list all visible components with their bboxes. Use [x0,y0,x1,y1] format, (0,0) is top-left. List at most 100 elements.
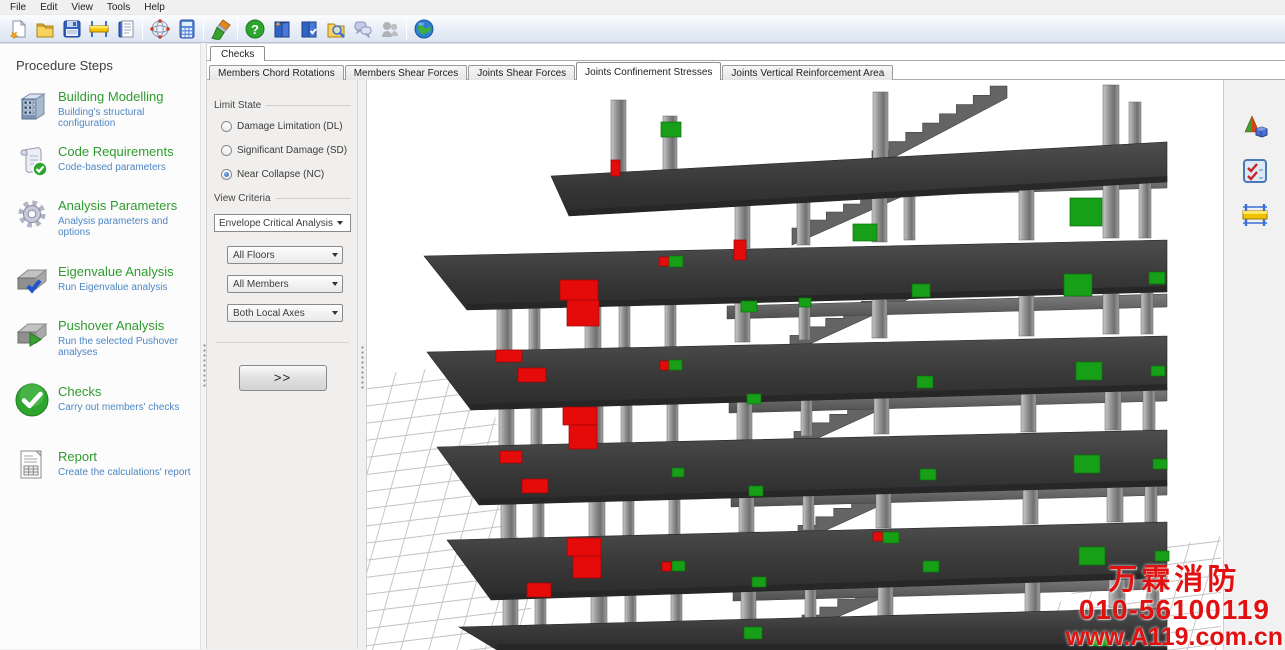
step-subtitle: Run Eigenvalue analysis [58,282,174,293]
step-title: Code Requirements [58,142,174,159]
example-search-button[interactable] [322,16,349,42]
tab-members-chord-rotations[interactable]: Members Chord Rotations [209,65,344,80]
application-window: File Edit View Tools Help [0,0,1285,650]
step-subtitle: Run the selected Pushover analyses [58,336,200,358]
envelope-value: Critical Analysis [263,218,333,229]
scroll-check-icon [14,142,52,183]
gear-icon [14,196,52,237]
envelope-label: Envelope [215,218,263,229]
building-icon [14,87,52,128]
report-page-icon [14,447,52,488]
step-title: Pushover Analysis [58,316,200,333]
local-axes-filter-dropdown[interactable]: Both Local Axes [227,304,343,322]
members-filter-dropdown[interactable]: All Members [227,275,343,293]
frame-editor-button[interactable] [85,16,112,42]
splitter-grip [203,343,206,389]
panel-splitter[interactable] [358,80,367,649]
report-button[interactable] [112,16,139,42]
website-button[interactable] [410,16,437,42]
support-button-disabled [376,16,403,42]
checks-list-button[interactable] [1238,154,1272,188]
toolbar-separator [203,18,204,40]
chip-play-icon [14,316,52,357]
dropdown-value: Both Local Axes [233,308,328,319]
menu-bar: File Edit View Tools Help [0,0,1285,14]
chevron-down-icon [332,253,338,257]
radio-near-collapse[interactable]: Near Collapse (NC) [221,169,351,180]
procedure-steps-sidebar: Procedure Steps Building Modelling Build… [0,43,200,649]
sidebar-item-pushover-analysis[interactable]: Pushover Analysis Run the selected Pusho… [14,316,200,358]
step-title: Eigenvalue Analysis [58,262,174,279]
tab-members-shear-forces[interactable]: Members Shear Forces [345,65,467,80]
sidebar-splitter[interactable] [200,43,207,649]
sidebar-title: Procedure Steps [16,58,200,73]
radio-label: Damage Limitation (DL) [237,121,343,132]
checks-brush-button[interactable] [207,16,234,42]
sub-tab-strip: Members Chord Rotations Members Shear Fo… [207,61,1285,80]
svg-text:?: ? [251,22,259,37]
view-toolbar-right [1223,80,1285,649]
toolbar-separator [406,18,407,40]
step-subtitle: Create the calculations' report [58,467,191,478]
step-title: Analysis Parameters [58,196,200,213]
tab-joints-shear-forces[interactable]: Joints Shear Forces [468,65,575,80]
frame-view-button[interactable] [1238,198,1272,232]
tab-joints-vertical-reinforcement-area[interactable]: Joints Vertical Reinforcement Area [722,65,893,80]
menu-tools[interactable]: Tools [100,1,137,14]
step-title: Building Modelling [58,87,200,104]
help-button[interactable]: ? [241,16,268,42]
menu-file[interactable]: File [3,1,33,14]
chevron-down-icon [332,311,338,315]
splitter-grip [361,345,364,391]
limit-state-group-label: Limit State [214,100,351,111]
step-subtitle: Code-based parameters [58,162,174,173]
sidebar-item-eigenvalue-analysis[interactable]: Eigenvalue Analysis Run Eigenvalue analy… [14,262,200,303]
radio-label: Near Collapse (NC) [237,169,324,180]
sidebar-item-checks[interactable]: Checks Carry out members' checks [14,382,200,423]
sidebar-item-report[interactable]: Report Create the calculations' report [14,447,200,488]
tutorial-button[interactable] [295,16,322,42]
open-project-button[interactable] [31,16,58,42]
toolbar-separator [142,18,143,40]
dropdown-value: All Members [233,279,328,290]
radio-damage-limitation[interactable]: Damage Limitation (DL) [221,121,351,132]
step-subtitle: Analysis parameters and options [58,216,200,238]
menu-help[interactable]: Help [137,1,172,14]
envelope-selector[interactable]: Envelope Critical Analysis [214,214,351,232]
radio-significant-damage[interactable]: Significant Damage (SD) [221,145,351,156]
menu-edit[interactable]: Edit [33,1,64,14]
sidebar-item-building-modelling[interactable]: Building Modelling Building's structural… [14,87,200,129]
radio-circle[interactable] [221,169,232,180]
save-project-button[interactable] [58,16,85,42]
dropdown-value: All Floors [233,250,328,261]
radio-label: Significant Damage (SD) [237,145,347,156]
step-title: Report [58,447,191,464]
main-area: Checks Members Chord Rotations Members S… [207,43,1285,649]
model-3d-viewport[interactable] [367,80,1223,649]
green-check-icon [14,382,52,423]
parent-tab-strip: Checks [207,44,1285,61]
forum-button[interactable] [349,16,376,42]
apply-button[interactable]: >> [239,365,327,391]
calculator-button[interactable] [173,16,200,42]
model-view-button[interactable] [146,16,173,42]
radio-circle[interactable] [221,121,232,132]
model-3d-view[interactable] [367,80,1221,650]
sidebar-item-code-requirements[interactable]: Code Requirements Code-based parameters [14,142,200,183]
checks-options-panel: Limit State Damage Limitation (DL) Signi… [207,80,358,649]
step-subtitle: Building's structural configuration [58,107,200,129]
tab-joints-confinement-stresses[interactable]: Joints Confinement Stresses [576,62,721,80]
toolbar-separator [237,18,238,40]
tab-checks[interactable]: Checks [210,46,265,61]
manual-button[interactable] [268,16,295,42]
chip-check-icon [14,262,52,303]
chevron-down-icon [337,221,343,225]
sidebar-item-analysis-parameters[interactable]: Analysis Parameters Analysis parameters … [14,196,200,238]
main-toolbar: ? [0,14,1285,43]
panel-divider [216,342,349,343]
radio-circle[interactable] [221,145,232,156]
3d-objects-button[interactable] [1238,110,1272,144]
menu-view[interactable]: View [64,1,100,14]
floors-filter-dropdown[interactable]: All Floors [227,246,343,264]
new-project-button[interactable] [4,16,31,42]
